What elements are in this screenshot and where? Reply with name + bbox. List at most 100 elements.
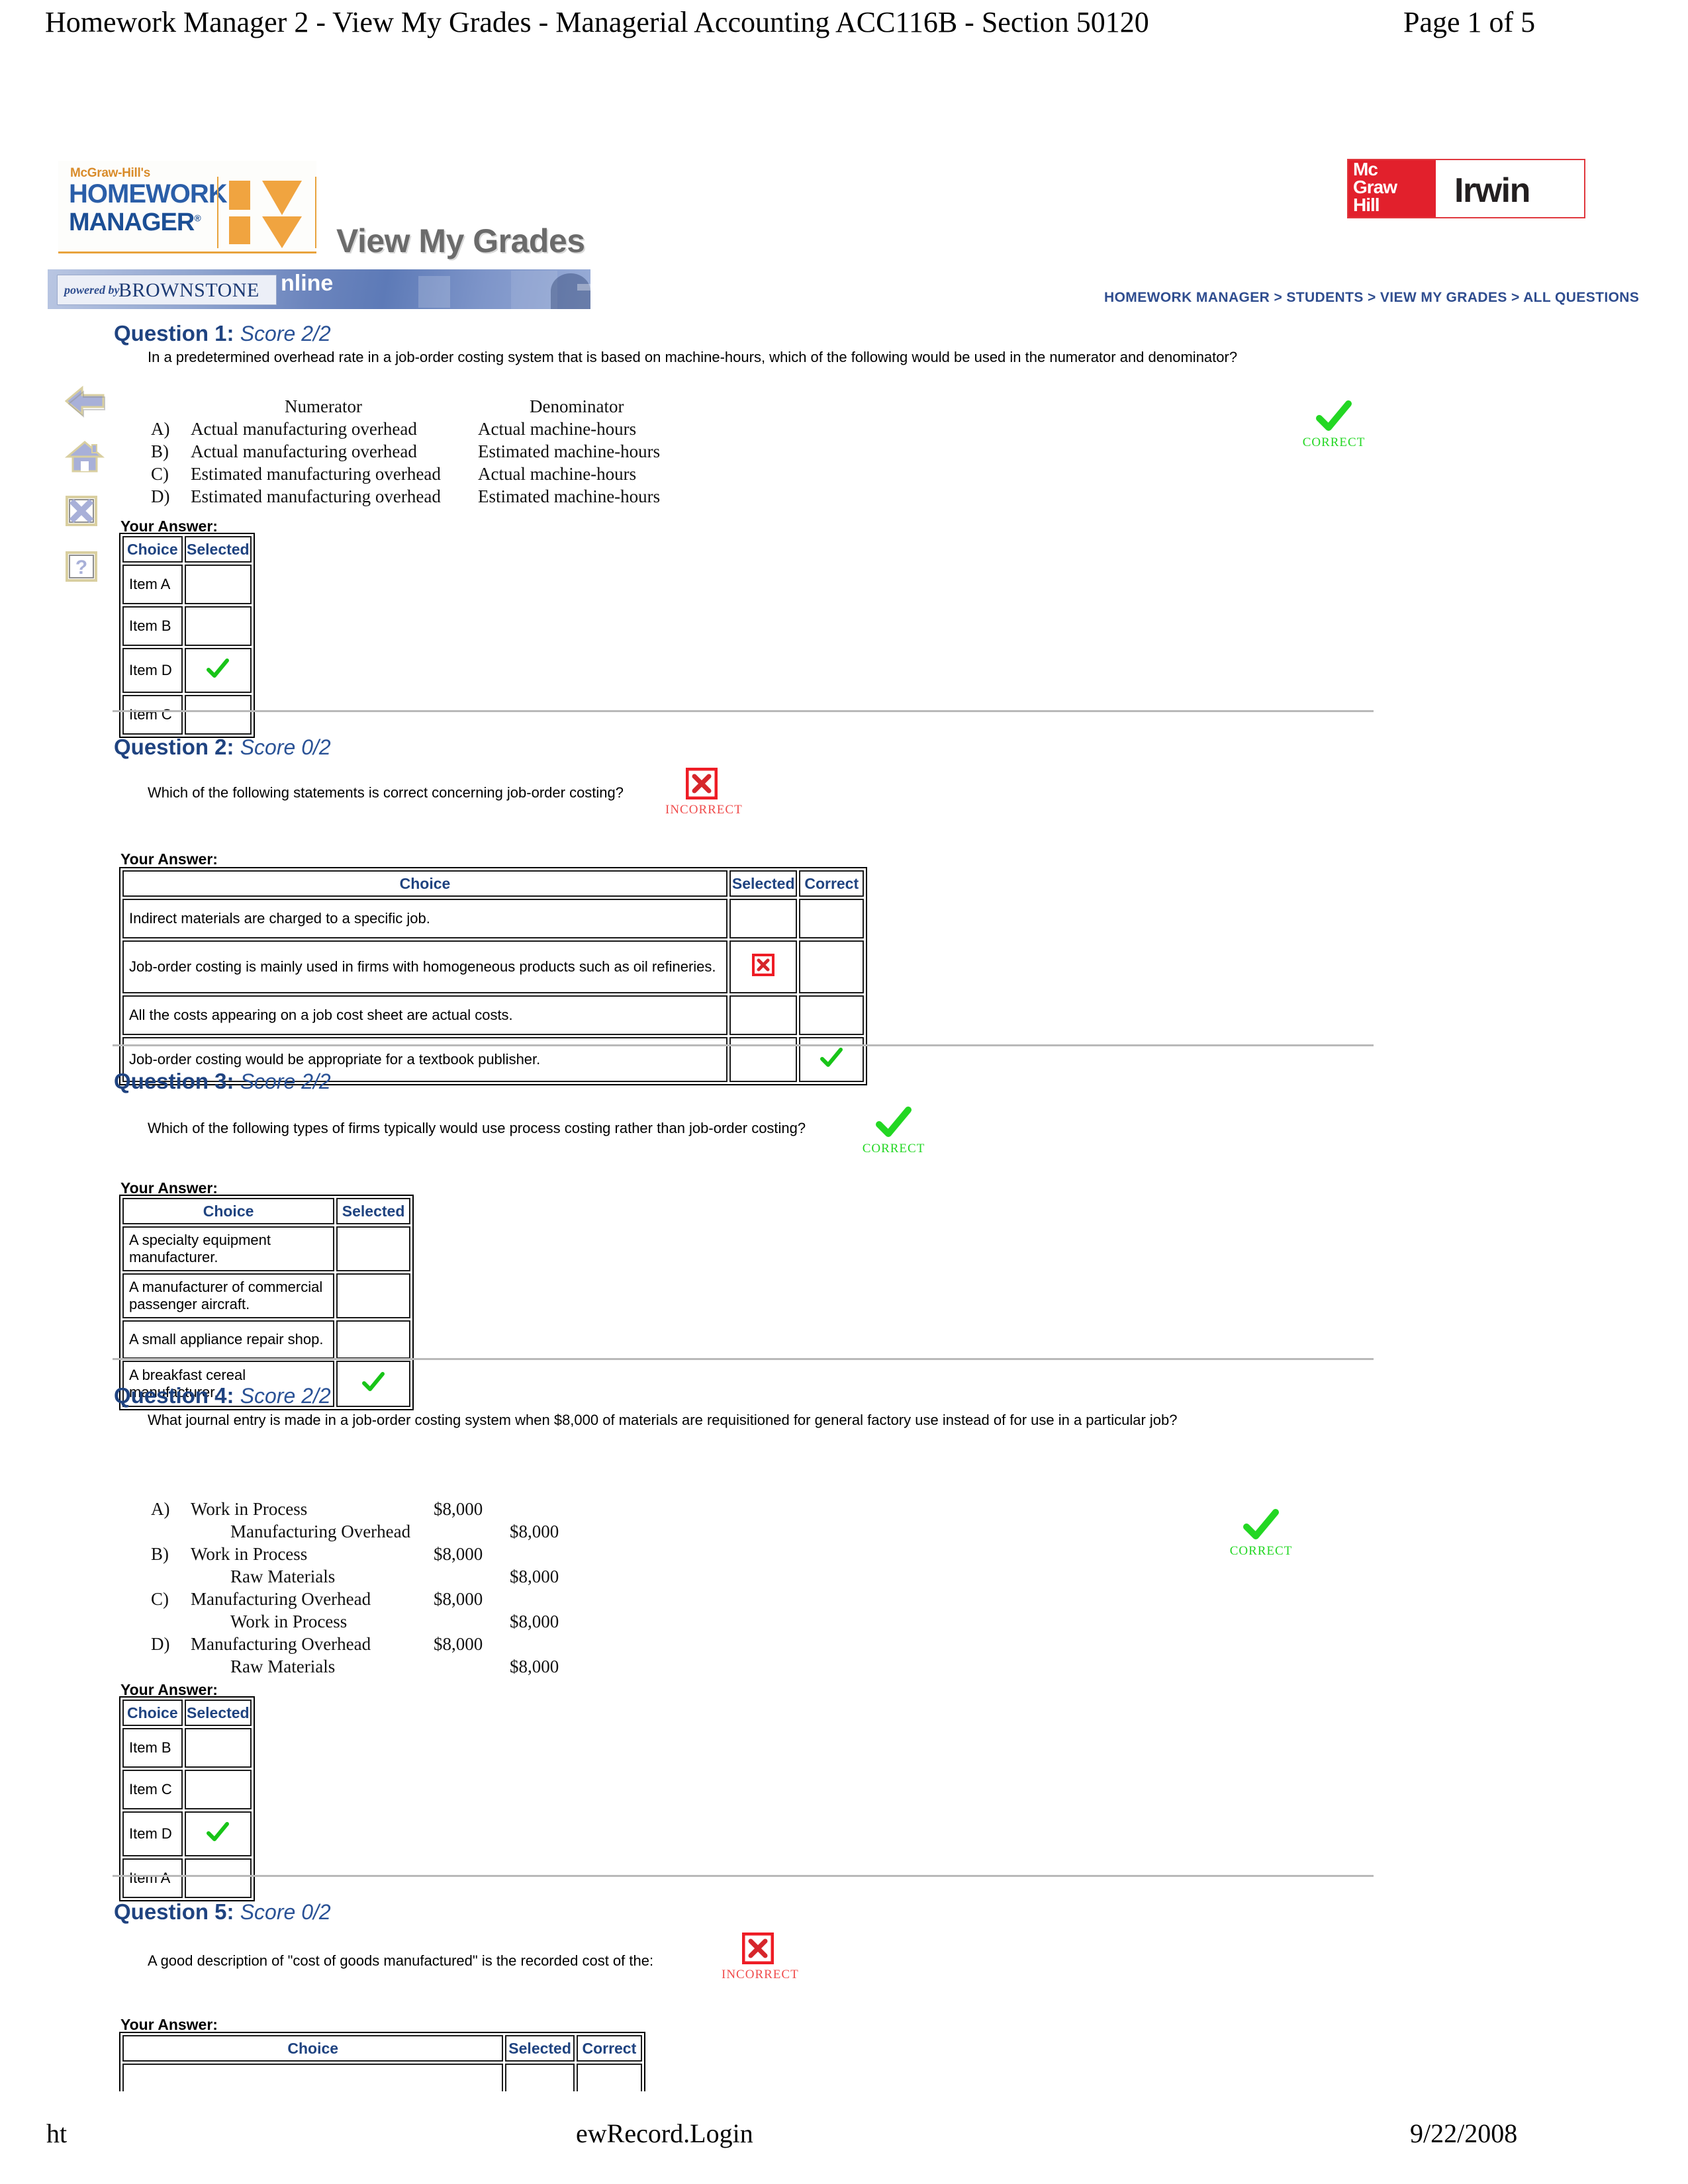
q2-row-2-correct	[799, 995, 864, 1035]
sidebar-icon-rail: ?	[65, 384, 118, 606]
homework-wordmark: HOMEWORK	[69, 179, 228, 208]
q4-col-selected: Selected	[184, 1700, 252, 1726]
q4-opt-b-debit-amount: $8,000	[434, 1544, 483, 1564]
registered-mark: ®	[194, 212, 201, 224]
question-4-prompt: What journal entry is made in a job-orde…	[148, 1412, 1178, 1428]
question-3-score: Score 2/2	[240, 1069, 331, 1093]
table-header-row: Choice Selected Correct	[122, 870, 864, 897]
q1-col-choice: Choice	[122, 536, 183, 563]
page-bottom-mask	[0, 2091, 1688, 2118]
hm-monogram-icon	[217, 177, 316, 248]
table-row: Item D	[122, 1811, 252, 1856]
table-row: Item B	[122, 606, 252, 646]
q4-col-choice: Choice	[122, 1700, 183, 1726]
question-4-score: Score 2/2	[240, 1384, 331, 1408]
section-divider	[113, 1044, 1374, 1046]
question-2-prompt: Which of the following statements is cor…	[148, 784, 624, 801]
q4-opt-a-credit-amount: $8,000	[510, 1522, 559, 1541]
table-row: Item C	[122, 695, 252, 735]
q1-opt-a-numerator: Actual manufacturing overhead	[191, 419, 417, 439]
homework-manager-logo: McGraw-Hill's HOMEWORK MANAGER®	[58, 161, 316, 253]
back-arrow-icon	[65, 385, 105, 418]
question-2-heading: Question 2: Score 0/2	[114, 735, 331, 760]
question-2-score: Score 0/2	[240, 735, 331, 759]
q1-row-2-choice: Item D	[122, 648, 183, 693]
table-row: A manufacturer of commercial passenger a…	[122, 1273, 410, 1318]
q4-opt-c-credit-account: Work in Process	[230, 1612, 348, 1631]
print-footer-center: ewRecord.Login	[576, 2118, 753, 2148]
sidebar-item-close[interactable]	[65, 495, 106, 533]
q1-opt-d-letter: D)	[151, 486, 170, 506]
q3-col-choice: Choice	[122, 1198, 335, 1224]
question-5-score: Score 0/2	[240, 1900, 331, 1924]
q4-opt-d-letter: D)	[151, 1634, 170, 1654]
help-question-icon: ?	[66, 551, 97, 582]
sidebar-item-home[interactable]	[65, 439, 106, 478]
q2-row-1-selected	[729, 940, 798, 993]
q3-row-2-choice: A small appliance repair shop.	[122, 1320, 335, 1359]
print-footer: ht ewRecord.Login 9/22/2008	[0, 2118, 1688, 2171]
table-header-row: Choice Selected	[122, 1198, 410, 1224]
question-3-answer-table: Choice Selected A specialty equipment ma…	[119, 1195, 414, 1410]
mhi-hill: Hill	[1353, 195, 1380, 215]
q1-row-0-selected	[184, 565, 252, 604]
breadcrumb[interactable]: HOMEWORK MANAGER > STUDENTS > VIEW MY GR…	[1104, 290, 1639, 306]
q3-row-3-selected	[336, 1361, 410, 1407]
q1-row-3-choice: Item C	[122, 695, 183, 735]
q4-opt-d-debit-amount: $8,000	[434, 1634, 483, 1654]
q4-row-0-choice: Item B	[122, 1728, 183, 1768]
brownstone-logo: powered by BROWNSTONE	[57, 275, 277, 305]
q5-col-choice: Choice	[122, 2035, 504, 2062]
check-icon	[207, 659, 230, 678]
sidebar-item-help[interactable]: ?	[65, 551, 106, 589]
question-1-label: Question 1:	[114, 321, 234, 345]
q2-col-choice: Choice	[122, 870, 727, 897]
q2-row-2-choice: All the costs appearing on a job cost sh…	[122, 995, 727, 1035]
q2-row-2-selected	[729, 995, 798, 1035]
q1-opt-c-letter: C)	[151, 464, 169, 484]
sidebar-item-back[interactable]	[65, 384, 106, 422]
question-3-correct-badge: CORRECT	[851, 1107, 937, 1156]
q4-row-2-choice: Item D	[122, 1811, 183, 1856]
question-1-answer-table: Choice Selected Item A Item B Item D Ite…	[119, 533, 255, 738]
q4-opt-b-letter: B)	[151, 1544, 169, 1564]
print-footer-left: ht	[46, 2118, 68, 2148]
q3-row-0-selected	[336, 1226, 410, 1271]
section-divider	[113, 710, 1374, 712]
mcgraw-hills-label: McGraw-Hill's	[70, 166, 150, 180]
table-row: Item C	[122, 1770, 252, 1809]
q1-opt-d-denominator: Estimated machine-hours	[478, 486, 661, 506]
question-2-incorrect-badge: INCORRECT	[665, 767, 742, 817]
mcgraw-hill-red-block: Mc Graw Hill	[1348, 160, 1436, 217]
q1-opt-b-letter: B)	[151, 441, 169, 461]
powered-by-label: powered by	[64, 283, 120, 296]
q4-opt-d-debit-account: Manufacturing Overhead	[191, 1634, 371, 1654]
question-2-your-answer-label: Your Answer:	[120, 850, 218, 868]
question-1-heading: Question 1: Score 2/2	[114, 321, 331, 346]
check-icon	[362, 1372, 385, 1391]
table-row: A small appliance repair shop.	[122, 1320, 410, 1359]
q5-col-selected: Selected	[505, 2035, 575, 2062]
q4-row-2-selected	[184, 1811, 252, 1856]
q4-opt-c-debit-account: Manufacturing Overhead	[191, 1589, 371, 1609]
question-3-prompt: Which of the following types of firms ty…	[148, 1120, 806, 1136]
page-title: View My Grades	[336, 222, 585, 259]
question-5-incorrect-badge: INCORRECT	[722, 1932, 798, 1982]
q1-row-0-choice: Item A	[122, 565, 183, 604]
q4-row-0-selected	[184, 1728, 252, 1768]
q4-opt-d-credit-amount: $8,000	[510, 1657, 559, 1676]
table-row: Item A	[122, 1858, 252, 1898]
home-icon	[65, 441, 105, 473]
table-row: Item A	[122, 565, 252, 604]
q4-opt-c-debit-amount: $8,000	[434, 1589, 483, 1609]
mcgraw-hill-irwin-logo: Mc Graw Hill Irwin	[1347, 159, 1585, 218]
question-5-your-answer-label: Your Answer:	[120, 2016, 218, 2033]
question-1-correct-text: CORRECT	[1302, 435, 1366, 449]
print-header: Homework Manager 2 - View My Grades - Ma…	[0, 0, 1688, 56]
q1-row-3-selected	[184, 695, 252, 735]
print-footer-date: 9/22/2008	[1410, 2118, 1518, 2148]
section-divider	[113, 1358, 1374, 1360]
question-5-heading: Question 5: Score 0/2	[114, 1899, 331, 1925]
q4-opt-b-credit-account: Raw Materials	[230, 1567, 336, 1586]
table-row: All the costs appearing on a job cost sh…	[122, 995, 864, 1035]
